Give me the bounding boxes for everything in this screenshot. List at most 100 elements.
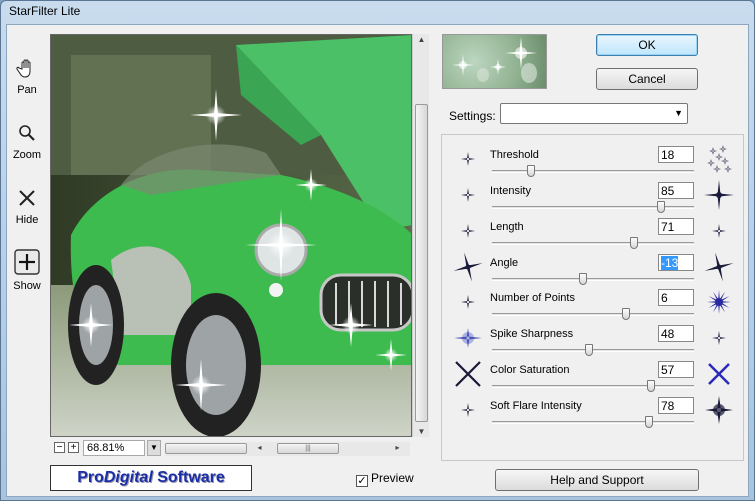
param-slider-thumb[interactable] xyxy=(621,308,630,320)
hide-label: Hide xyxy=(15,214,39,226)
param-row: Intensity 85 xyxy=(442,179,745,215)
settings-dropdown[interactable]: ▼ xyxy=(500,103,688,124)
scroll-up-icon[interactable]: ▲ xyxy=(413,35,430,44)
scroll-left-icon[interactable]: ◂ xyxy=(251,443,268,452)
ok-button[interactable]: OK xyxy=(596,34,698,56)
param-value: 18 xyxy=(661,148,675,162)
param-label: Intensity xyxy=(490,185,531,197)
param-value: 71 xyxy=(661,220,675,234)
param-left-icon xyxy=(452,358,484,390)
param-label: Soft Flare Intensity xyxy=(490,400,582,412)
plus-box-icon xyxy=(14,249,40,275)
star-icon xyxy=(712,331,726,345)
magnifier-icon xyxy=(16,122,38,144)
scroll-right-icon[interactable]: ▸ xyxy=(389,443,406,452)
dialog-body: Pan Zoom Hide Show ▲ ▼ − + 68.81% ▼ ◂ ||… xyxy=(6,24,749,497)
zoom-out-button[interactable]: − xyxy=(54,442,65,453)
param-value: 57 xyxy=(661,363,675,377)
param-label: Length xyxy=(490,221,524,233)
horizontal-scroll-thumb[interactable]: ||| xyxy=(277,443,339,454)
star-icon xyxy=(461,188,475,202)
logo-software: Software xyxy=(152,469,225,486)
show-label: Show xyxy=(13,280,41,292)
param-label: Number of Points xyxy=(490,292,575,304)
image-preview[interactable] xyxy=(50,34,412,437)
param-slider-thumb[interactable] xyxy=(629,237,638,249)
preview-checkbox[interactable]: ✓ Preview xyxy=(356,471,414,487)
param-value: 78 xyxy=(661,399,675,413)
param-value-field[interactable]: 57 xyxy=(658,361,694,378)
scroll-down-icon[interactable]: ▼ xyxy=(413,427,430,436)
param-left-icon xyxy=(452,251,484,283)
param-right-icon xyxy=(703,179,735,211)
param-left-icon xyxy=(452,215,484,247)
zoom-in-button[interactable]: + xyxy=(68,442,79,453)
star-icon xyxy=(453,252,483,282)
horizontal-scroll-thumb-left[interactable] xyxy=(165,443,247,454)
param-slider-track[interactable] xyxy=(492,170,694,173)
param-slider-track[interactable] xyxy=(492,421,694,424)
param-right-icon xyxy=(703,251,735,283)
vertical-scroll-thumb[interactable] xyxy=(415,104,428,422)
param-right-icon xyxy=(703,322,735,354)
param-value-field[interactable]: -13 xyxy=(658,254,694,271)
parameters-panel: Threshold 18 Intensity 85 Length 71 Angle -13 Nu… xyxy=(441,134,744,461)
hide-tool[interactable]: Hide xyxy=(7,187,47,226)
zoom-dropdown-icon[interactable]: ▼ xyxy=(147,440,161,456)
param-slider-thumb[interactable] xyxy=(585,344,594,356)
param-slider-track[interactable] xyxy=(492,278,694,281)
param-slider-thumb[interactable] xyxy=(647,380,656,392)
vertical-scrollbar[interactable]: ▲ ▼ xyxy=(412,34,429,437)
star-icon xyxy=(712,224,726,238)
help-support-button[interactable]: Help and Support xyxy=(495,469,699,491)
param-slider-thumb[interactable] xyxy=(579,273,588,285)
param-value: 48 xyxy=(661,327,675,341)
prodigital-logo: ProDigital Software xyxy=(50,465,252,491)
param-value-field[interactable]: 71 xyxy=(658,218,694,235)
param-value: -13 xyxy=(661,256,679,270)
logo-pro: Pro xyxy=(77,469,104,486)
checkmark-icon[interactable]: ✓ xyxy=(356,475,368,487)
zoom-tool[interactable]: Zoom xyxy=(7,122,47,161)
horizontal-scrollbar[interactable]: ◂ ||| ▸ xyxy=(165,442,410,456)
param-left-icon xyxy=(452,143,484,175)
param-value-field[interactable]: 48 xyxy=(658,325,694,342)
app-window: StarFilter Lite Pan Zoom Hide Show ▲ ▼ −… xyxy=(0,0,755,501)
zoom-level-field[interactable]: 68.81% xyxy=(83,440,145,456)
title-bar[interactable]: StarFilter Lite xyxy=(1,1,754,23)
pan-label: Pan xyxy=(17,84,37,96)
param-label: Threshold xyxy=(490,149,539,161)
cancel-button[interactable]: Cancel xyxy=(596,68,698,90)
window-title: StarFilter Lite xyxy=(9,4,81,18)
param-label: Angle xyxy=(490,257,519,269)
param-slider-thumb[interactable] xyxy=(645,416,654,428)
param-row: Color Saturation 57 xyxy=(442,358,745,394)
param-slider-track[interactable] xyxy=(492,385,694,388)
show-tool[interactable]: Show xyxy=(7,249,47,292)
star-icon xyxy=(708,363,730,385)
param-slider-track[interactable] xyxy=(492,242,694,245)
param-row: Spike Sharpness 48 xyxy=(442,322,745,358)
star-icon xyxy=(707,290,731,314)
zoom-label: Zoom xyxy=(12,149,42,161)
star-icon xyxy=(704,252,734,282)
logo-digital: Digital xyxy=(103,469,153,486)
x-cross-icon xyxy=(16,187,38,209)
param-right-icon xyxy=(703,286,735,318)
effect-thumbnail xyxy=(442,34,547,89)
param-value-field[interactable]: 85 xyxy=(658,182,694,199)
star-icon xyxy=(705,396,733,424)
param-value-field[interactable]: 6 xyxy=(658,289,694,306)
param-value: 85 xyxy=(661,184,675,198)
preview-image xyxy=(51,35,411,436)
param-value-field[interactable]: 78 xyxy=(658,397,694,414)
param-left-icon xyxy=(452,179,484,211)
param-slider-track[interactable] xyxy=(492,313,694,316)
param-slider-thumb[interactable] xyxy=(656,201,665,213)
star-icon xyxy=(707,145,732,173)
hand-icon xyxy=(16,57,38,79)
param-row: Soft Flare Intensity 78 xyxy=(442,394,745,430)
param-value-field[interactable]: 18 xyxy=(658,146,694,163)
pan-tool[interactable]: Pan xyxy=(7,57,47,96)
param-slider-thumb[interactable] xyxy=(526,165,535,177)
